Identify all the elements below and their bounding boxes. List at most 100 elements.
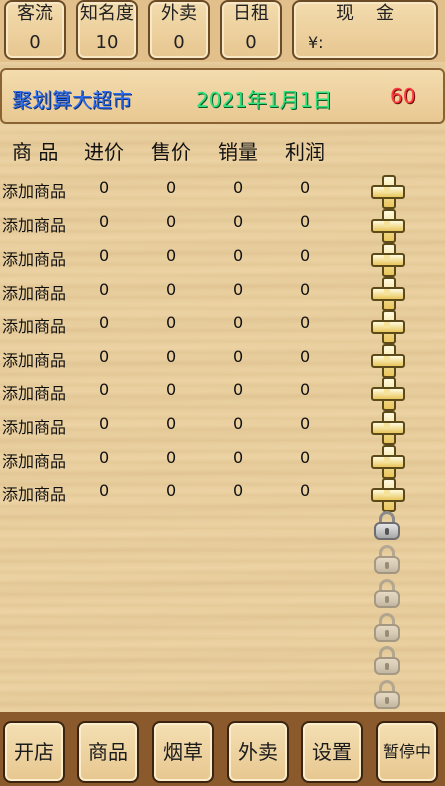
goods-name[interactable]: 添加商品	[2, 313, 66, 337]
buy-price: 0	[99, 178, 110, 197]
goods-name[interactable]: 添加商品	[2, 414, 66, 438]
sell-price: 0	[166, 178, 177, 197]
buy-price: 0	[99, 481, 110, 500]
sales-count: 0	[233, 178, 244, 197]
table-row: 添加商品 0 0 0 0	[0, 206, 445, 243]
buy-price: 0	[99, 380, 110, 399]
nav-open-store-button[interactable]: 开店	[3, 721, 65, 783]
stat-value: 10	[95, 32, 119, 53]
table-row: 添加商品 0 0 0 0	[0, 475, 445, 512]
nav-pause-button[interactable]: 暂停中	[376, 721, 438, 783]
sales-count: 0	[233, 448, 244, 467]
sell-price: 0	[166, 448, 177, 467]
stat-value: ¥:	[308, 33, 324, 52]
buy-price: 0	[99, 280, 110, 299]
lock-icon[interactable]	[373, 511, 401, 541]
sell-price: 0	[166, 481, 177, 500]
plus-icon[interactable]	[371, 445, 405, 479]
lock-icon[interactable]	[373, 579, 401, 609]
column-header-profit: 利润	[285, 140, 325, 164]
sales-count: 0	[233, 380, 244, 399]
goods-name[interactable]: 添加商品	[2, 347, 66, 371]
lock-icon[interactable]	[373, 613, 401, 643]
sales-count: 0	[233, 313, 244, 332]
nav-tobacco-button[interactable]: 烟草	[152, 721, 214, 783]
plus-icon[interactable]	[371, 175, 405, 209]
stat-label: 知名度	[80, 3, 134, 24]
table-row: 添加商品 0 0 0 0	[0, 172, 445, 209]
table-row: 添加商品 0 0 0 0	[0, 408, 445, 445]
stat-takeout: 外卖 0	[148, 0, 210, 60]
nav-settings-button[interactable]: 设置	[301, 721, 363, 783]
stat-customer-flow: 客流 0	[4, 0, 66, 60]
plus-icon[interactable]	[371, 411, 405, 445]
sales-count: 0	[233, 347, 244, 366]
column-header-sales: 销量	[218, 140, 258, 164]
goods-name[interactable]: 添加商品	[2, 380, 66, 404]
table-row: 添加商品 0 0 0 0	[0, 240, 445, 277]
plus-icon[interactable]	[371, 277, 405, 311]
profit: 0	[300, 246, 311, 265]
plus-icon[interactable]	[371, 243, 405, 277]
plus-icon[interactable]	[371, 344, 405, 378]
buy-price: 0	[99, 347, 110, 366]
sales-count: 0	[233, 246, 244, 265]
profit: 0	[300, 313, 311, 332]
store-name[interactable]: 聚划算大超市	[12, 84, 132, 113]
profit: 0	[300, 448, 311, 467]
column-header-goods: 商 品	[12, 140, 59, 164]
goods-name[interactable]: 添加商品	[2, 178, 66, 202]
profit: 0	[300, 380, 311, 399]
plus-icon[interactable]	[371, 377, 405, 411]
lock-icon[interactable]	[373, 680, 401, 710]
buy-price: 0	[99, 212, 110, 231]
store-counter: 60	[390, 84, 416, 108]
bottom-nav: 开店 商品 烟草 外卖 设置 暂停中	[0, 712, 445, 786]
sales-count: 0	[233, 280, 244, 299]
stat-value: 0	[29, 32, 41, 53]
plus-icon[interactable]	[371, 478, 405, 512]
lock-icon[interactable]	[373, 646, 401, 676]
column-header-sell-price: 售价	[151, 140, 191, 164]
stat-label: 日租	[233, 3, 269, 24]
stat-value: 0	[245, 32, 257, 53]
table-row: 添加商品 0 0 0 0	[0, 341, 445, 378]
stat-daily-rent: 日租 0	[220, 0, 282, 60]
profit: 0	[300, 414, 311, 433]
sales-count: 0	[233, 481, 244, 500]
stat-label: 现金	[336, 3, 416, 24]
sell-price: 0	[166, 280, 177, 299]
column-header-buy-price: 进价	[84, 140, 124, 164]
stat-label: 客流	[17, 3, 53, 24]
plus-icon[interactable]	[371, 209, 405, 243]
store-info-bar: 聚划算大超市 2021年1月1日 60	[0, 68, 445, 124]
table-row: 添加商品 0 0 0 0	[0, 442, 445, 479]
lock-icon[interactable]	[373, 545, 401, 575]
goods-name[interactable]: 添加商品	[2, 246, 66, 270]
sales-count: 0	[233, 414, 244, 433]
table-row: 添加商品 0 0 0 0	[0, 307, 445, 344]
goods-name[interactable]: 添加商品	[2, 448, 66, 472]
stat-cash: 现金 ¥:	[292, 0, 438, 60]
stat-label: 外卖	[161, 3, 197, 24]
goods-name[interactable]: 添加商品	[2, 280, 66, 304]
profit: 0	[300, 347, 311, 366]
profit: 0	[300, 481, 311, 500]
profit: 0	[300, 280, 311, 299]
sell-price: 0	[166, 246, 177, 265]
sell-price: 0	[166, 313, 177, 332]
sell-price: 0	[166, 380, 177, 399]
profit: 0	[300, 178, 311, 197]
stats-bar: 客流 0 知名度 10 外卖 0 日租 0 现金 ¥:	[0, 0, 445, 62]
stat-value: 0	[173, 32, 185, 53]
buy-price: 0	[99, 246, 110, 265]
goods-name[interactable]: 添加商品	[2, 212, 66, 236]
table-row: 添加商品 0 0 0 0	[0, 274, 445, 311]
plus-icon[interactable]	[371, 310, 405, 344]
game-date: 2021年1月1日	[196, 88, 333, 112]
sell-price: 0	[166, 414, 177, 433]
nav-goods-button[interactable]: 商品	[77, 721, 139, 783]
nav-takeout-button[interactable]: 外卖	[227, 721, 289, 783]
buy-price: 0	[99, 448, 110, 467]
goods-name[interactable]: 添加商品	[2, 481, 66, 505]
